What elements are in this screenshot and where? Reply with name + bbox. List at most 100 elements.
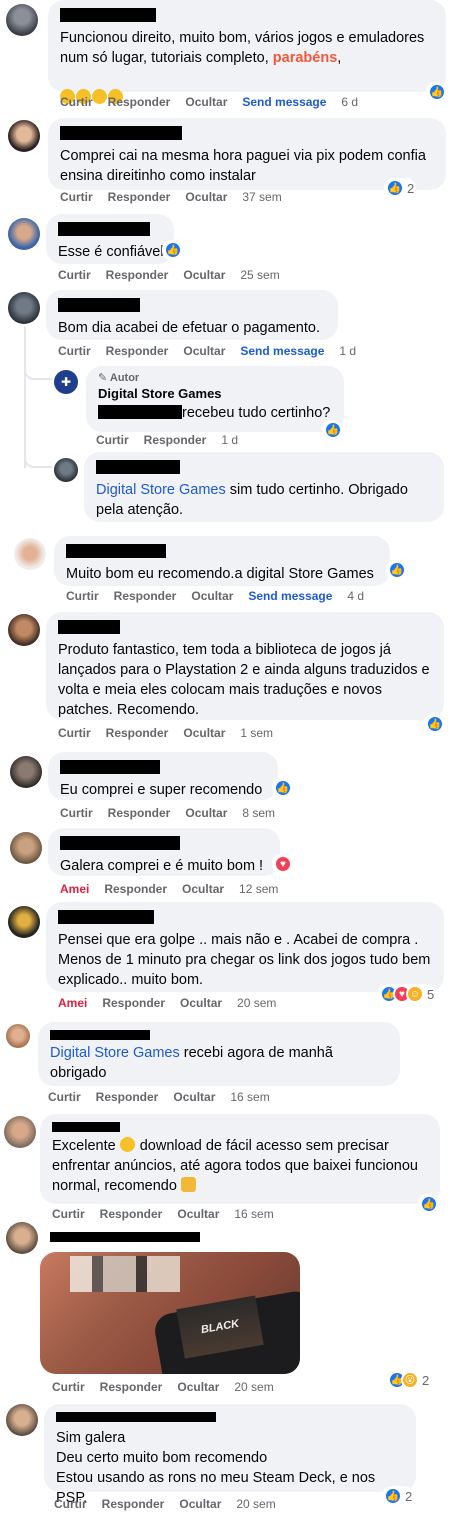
hide-button[interactable]: Ocultar [183,726,225,740]
author-name[interactable] [66,544,166,558]
author-name[interactable] [60,8,156,22]
author-name[interactable] [58,222,150,236]
page-name[interactable]: Digital Store Games [98,385,334,403]
avatar[interactable] [10,832,42,864]
reaction-badge[interactable]: 👍 [272,778,292,798]
loved-button[interactable]: Amei [58,996,87,1010]
like-button[interactable]: Curtir [66,589,99,603]
hide-button[interactable]: Ocultar [179,1497,221,1511]
photo-attachment[interactable]: BLACK [40,1252,300,1374]
avatar[interactable] [8,120,40,152]
hide-button[interactable]: Ocultar [185,190,227,204]
like-button[interactable]: Curtir [60,806,93,820]
mention-link[interactable]: Digital Store Games [96,482,226,498]
reaction-badge[interactable]: 👍 😮 2 [386,1370,432,1390]
avatar[interactable] [8,218,40,250]
hide-button[interactable]: Ocultar [182,882,224,896]
reaction-badge[interactable]: 👍 [426,82,446,102]
reply-button[interactable]: Responder [106,344,169,358]
hide-button[interactable]: Ocultar [173,1090,215,1104]
avatar[interactable] [14,538,46,570]
reaction-badge[interactable]: 👍 [162,240,182,260]
avatar[interactable] [10,756,42,788]
like-button[interactable]: Curtir [96,433,129,447]
mention-link[interactable]: Digital Store Games [50,1045,180,1061]
avatar[interactable] [6,1024,30,1048]
loved-button[interactable]: Amei [60,882,89,896]
reply-button[interactable]: Responder [108,190,171,204]
reaction-badge[interactable]: 👍 2 [382,1486,415,1506]
timestamp[interactable]: 37 sem [242,190,281,204]
reaction-badge[interactable]: ♥ [272,854,292,874]
hide-button[interactable]: Ocultar [191,589,233,603]
timestamp[interactable]: 6 d [341,95,358,109]
send-message-button[interactable]: Send message [240,344,324,358]
avatar[interactable] [6,4,38,36]
timestamp[interactable]: 1 sem [240,726,273,740]
author-name[interactable] [60,760,160,774]
reaction-badge[interactable]: 👍 [424,714,444,734]
hide-button[interactable]: Ocultar [180,996,222,1010]
timestamp[interactable]: 12 sem [239,882,278,896]
timestamp[interactable]: 16 sem [234,1207,273,1221]
reply-button[interactable]: Responder [108,95,171,109]
hide-button[interactable]: Ocultar [177,1380,219,1394]
hide-button[interactable]: Ocultar [185,806,227,820]
reply-button[interactable]: Responder [96,1090,159,1104]
reaction-badge[interactable]: 👍 [386,560,406,580]
avatar[interactable] [4,1116,36,1148]
author-name[interactable] [58,910,154,924]
reaction-badge[interactable]: 👍 2 [384,178,417,198]
page-avatar[interactable]: ✚ [54,370,78,394]
avatar[interactable] [54,458,78,482]
timestamp[interactable]: 4 d [347,589,364,603]
reply-button[interactable]: Responder [144,433,207,447]
avatar[interactable] [8,292,40,324]
reply-button[interactable]: Responder [102,996,165,1010]
author-name[interactable] [50,1232,200,1242]
reply-button[interactable]: Responder [108,806,171,820]
reply-button[interactable]: Responder [102,1497,165,1511]
send-message-button[interactable]: Send message [242,95,326,109]
like-button[interactable]: Curtir [58,344,91,358]
reaction-badge[interactable]: 👍 [418,1194,438,1214]
author-name[interactable] [96,460,180,474]
author-name[interactable] [60,126,182,140]
reply-button[interactable]: Responder [114,589,177,603]
timestamp[interactable]: 16 sem [230,1090,269,1104]
timestamp[interactable]: 8 sem [242,806,275,820]
author-name[interactable] [58,298,140,312]
like-button[interactable]: Curtir [60,95,93,109]
like-button[interactable]: Curtir [48,1090,81,1104]
like-button[interactable]: Curtir [58,268,91,282]
author-name[interactable] [58,620,120,634]
reply-button[interactable]: Responder [106,268,169,282]
avatar[interactable] [6,1222,38,1254]
timestamp[interactable]: 25 sem [240,268,279,282]
timestamp[interactable]: 20 sem [234,1380,273,1394]
avatar[interactable] [6,1404,38,1436]
hide-button[interactable]: Ocultar [185,95,227,109]
timestamp[interactable]: 1 d [339,344,356,358]
send-message-button[interactable]: Send message [248,589,332,603]
like-button[interactable]: Curtir [60,190,93,204]
author-name[interactable] [50,1030,150,1040]
reply-button[interactable]: Responder [106,726,169,740]
reaction-badge[interactable]: 👍 ♥ ☺ 5 [378,984,437,1004]
like-button[interactable]: Curtir [58,726,91,740]
avatar[interactable] [8,906,40,938]
reply-button[interactable]: Responder [100,1380,163,1394]
timestamp[interactable]: 20 sem [237,996,276,1010]
like-button[interactable]: Curtir [54,1497,87,1511]
reaction-badge[interactable]: 👍 [322,420,342,440]
author-name[interactable] [52,1122,120,1132]
hide-button[interactable]: Ocultar [183,344,225,358]
hide-button[interactable]: Ocultar [183,268,225,282]
author-name[interactable] [56,1412,216,1422]
like-button[interactable]: Curtir [52,1380,85,1394]
avatar[interactable] [8,614,40,646]
timestamp[interactable]: 20 sem [236,1497,275,1511]
hide-button[interactable]: Ocultar [177,1207,219,1221]
like-button[interactable]: Curtir [52,1207,85,1221]
author-name[interactable] [60,836,180,850]
